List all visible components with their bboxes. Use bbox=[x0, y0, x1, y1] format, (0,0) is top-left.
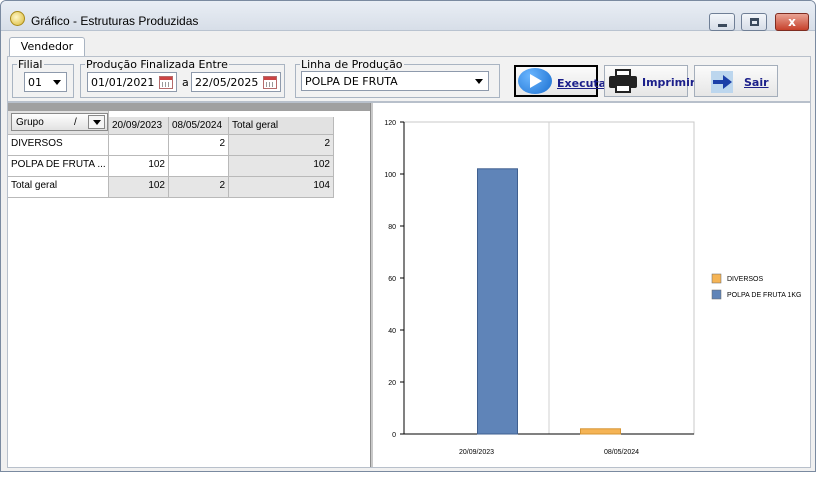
play-icon bbox=[518, 68, 552, 94]
y-tick-label: 100 bbox=[384, 172, 396, 179]
grupo-label: Grupo bbox=[16, 117, 44, 128]
bar-chart: 0 20 40 60 80 100 120 20/09/2023 08/05/2024 DIVER… bbox=[384, 120, 801, 456]
linha-select[interactable]: POLPA DE FRUTA bbox=[301, 71, 489, 91]
table-cell-total[interactable]: 102 bbox=[109, 177, 169, 198]
exit-label: Sair bbox=[744, 76, 769, 89]
maximize-icon bbox=[750, 18, 759, 26]
grupo-filter-button[interactable] bbox=[88, 115, 105, 129]
tab-vendedor[interactable]: Vendedor bbox=[9, 37, 85, 57]
y-tick-label: 60 bbox=[388, 276, 396, 283]
printer-icon bbox=[609, 69, 637, 93]
exit-button[interactable]: Sair bbox=[694, 65, 778, 97]
x-tick-label: 20/09/2023 bbox=[459, 449, 494, 456]
start-date-value: 01/01/2021 bbox=[91, 76, 155, 89]
print-button[interactable]: Imprimir bbox=[604, 65, 695, 97]
date-separator: a bbox=[182, 76, 189, 89]
y-tick-label: 80 bbox=[388, 224, 396, 231]
exit-arrow-icon bbox=[711, 71, 733, 93]
chevron-down-icon bbox=[53, 80, 61, 85]
filial-dropdown-button[interactable] bbox=[49, 74, 65, 90]
execute-button[interactable]: Executa bbox=[514, 65, 606, 97]
chart-panel: 0 20 40 60 80 100 120 20/09/2023 08/05/2024 DIVER… bbox=[373, 103, 810, 467]
minimize-icon bbox=[718, 24, 727, 27]
table-cell[interactable] bbox=[109, 135, 169, 156]
end-date-value: 22/05/2025 bbox=[195, 76, 259, 89]
table-cell[interactable]: 102 bbox=[109, 156, 169, 177]
sort-indicator: / bbox=[74, 117, 77, 128]
legend-swatch bbox=[711, 273, 722, 284]
y-tick-label: 120 bbox=[384, 120, 396, 127]
x-tick-label: 08/05/2024 bbox=[604, 449, 639, 456]
close-button[interactable]: x bbox=[775, 13, 809, 31]
legend-swatch bbox=[711, 289, 722, 300]
chevron-down-icon bbox=[93, 120, 101, 125]
maximize-button[interactable] bbox=[741, 13, 767, 31]
col-header[interactable]: 20/09/2023 bbox=[109, 117, 169, 135]
minimize-button[interactable] bbox=[709, 13, 735, 31]
table-cell[interactable] bbox=[169, 156, 229, 177]
row-header[interactable]: DIVERSOS bbox=[8, 135, 109, 156]
close-icon: x bbox=[788, 15, 796, 29]
y-tick-label: 0 bbox=[392, 432, 396, 439]
app-window: Gráfico - Estruturas Produzidas x Vended… bbox=[0, 0, 816, 472]
table-cell-total[interactable]: 102 bbox=[229, 156, 334, 177]
grupo-field-button[interactable]: Grupo / bbox=[11, 113, 108, 131]
table-cell-total[interactable]: 2 bbox=[169, 177, 229, 198]
col-header[interactable]: 08/05/2024 bbox=[169, 117, 229, 135]
table-cell-total[interactable]: 104 bbox=[229, 177, 334, 198]
row-header-total[interactable]: Total geral bbox=[8, 177, 109, 198]
legend-label: POLPA DE FRUTA 1KG bbox=[727, 292, 801, 299]
linha-legend: Linha de Produção bbox=[301, 58, 403, 71]
linha-dropdown-button[interactable] bbox=[471, 73, 487, 89]
filial-select[interactable]: 01 bbox=[24, 72, 67, 92]
content-area: Grupo / 20/09/2023 08/05/2024 Total gera… bbox=[7, 102, 811, 468]
pivot-field-area: Grupo / bbox=[8, 111, 109, 135]
execute-label: Executa bbox=[557, 77, 607, 90]
chevron-down-icon bbox=[475, 79, 483, 84]
y-tick-label: 40 bbox=[388, 328, 396, 335]
end-date-field[interactable]: 22/05/2025 bbox=[191, 72, 281, 92]
legend-label: DIVERSOS bbox=[727, 276, 764, 283]
y-tick-label: 20 bbox=[388, 380, 396, 387]
col-header-total[interactable]: Total geral bbox=[229, 117, 334, 135]
calendar-icon[interactable] bbox=[263, 76, 277, 89]
print-label: Imprimir bbox=[642, 76, 696, 89]
bar bbox=[477, 168, 518, 435]
start-date-field[interactable]: 01/01/2021 bbox=[87, 72, 177, 92]
title-bar[interactable]: Gráfico - Estruturas Produzidas x bbox=[1, 1, 815, 31]
periodo-legend: Produção Finalizada Entre bbox=[86, 58, 228, 71]
pivot-grid: Grupo / 20/09/2023 08/05/2024 Total gera… bbox=[8, 103, 370, 467]
filial-legend: Filial bbox=[18, 58, 43, 71]
calendar-icon[interactable] bbox=[159, 76, 173, 89]
gear-coin-icon bbox=[10, 11, 25, 26]
bar bbox=[580, 428, 621, 435]
linha-value: POLPA DE FRUTA bbox=[305, 75, 398, 88]
filial-value: 01 bbox=[28, 76, 42, 89]
table-cell[interactable]: 2 bbox=[169, 135, 229, 156]
grid-header-band bbox=[8, 103, 370, 111]
row-header[interactable]: POLPA DE FRUTA ... bbox=[8, 156, 109, 177]
table-cell-total[interactable]: 2 bbox=[229, 135, 334, 156]
window-title: Gráfico - Estruturas Produzidas bbox=[31, 14, 199, 28]
